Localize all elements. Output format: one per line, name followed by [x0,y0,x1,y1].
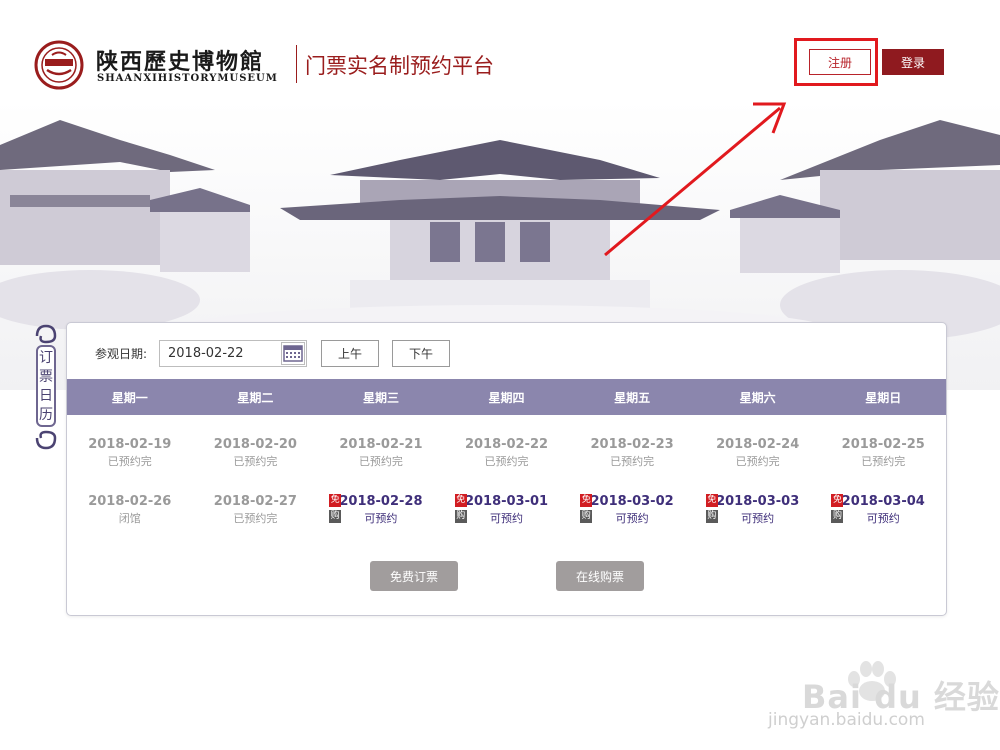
calendar-day-cell-available[interactable]: 免 购 2018-03-04 可预约 [820,488,946,532]
day-date: 2018-02-26 [88,494,172,509]
logo-chinese-name: 陕西歷史博物館 [96,49,265,75]
calendar-day-cell-available[interactable]: 免 购 2018-03-03 可预约 [695,488,821,532]
day-status: 已预约完 [233,455,278,468]
calendar-day-cell-available[interactable]: 免 购 2018-02-28 可预约 [318,488,444,532]
day-status: 已预约完 [358,455,403,468]
free-ticket-badge[interactable]: 免 [329,494,342,507]
visit-date-label: 参观日期: [95,347,148,361]
calendar-icon[interactable] [281,342,305,365]
register-button[interactable]: 注册 [809,49,871,75]
day-status: 已预约完 [233,512,278,525]
free-ticket-badge[interactable]: 免 [705,494,718,507]
booking-calendar-tag: 订票日历 [36,345,56,427]
watermark-url: jingyan.baidu.com [768,710,925,730]
calendar-day-cell-available[interactable]: 免 购 2018-03-02 可预约 [569,488,695,532]
day-date: 2018-02-22 [464,437,549,452]
logo-english-name: SHAANXIHISTORYMUSEUM [97,73,278,84]
weekday-label: 星期一 [111,390,148,405]
buy-ticket-badge[interactable]: 购 [580,510,593,523]
buy-ticket-badge[interactable]: 购 [454,510,467,523]
morning-button[interactable]: 上午 [321,340,379,367]
day-status: 已预约完 [610,455,655,468]
weekday-label: 星期四 [488,390,525,405]
calendar-day-cell: 2018-02-26 闭馆 [67,488,193,532]
buy-ticket-badge[interactable]: 购 [831,510,844,523]
weekday-label: 星期五 [614,390,651,405]
day-status: 已预约完 [735,455,780,468]
header-divider [296,45,297,83]
calendar-day-cell: 2018-02-19 已预约完 [67,431,193,475]
day-date: 2018-02-23 [590,437,674,452]
calendar-day-cell: 2018-02-23 已预约完 [569,431,695,475]
buy-ticket-badge[interactable]: 购 [705,510,718,523]
buy-ticket-badge[interactable]: 购 [329,510,342,523]
booking-calendar-panel: 参观日期: 上午 下午 星期一 星期二 星期三 星期四 星期五 星期六 星期日 … [66,322,947,616]
day-date: 2018-02-21 [339,437,423,452]
page: 陕西歷史博物館 SHAANXIHISTORYMUSEUM 门票实名制预约平台 注… [0,0,1000,750]
afternoon-button[interactable]: 下午 [392,340,450,367]
weekday-label: 星期三 [362,390,399,405]
day-date: 2018-02-25 [841,437,925,452]
day-date: 2018-02-27 [213,494,297,509]
calendar-day-cell: 2018-02-27 已预约完 [193,488,319,532]
day-date: 2018-02-24 [716,437,800,452]
weekday-header: 星期一 星期二 星期三 星期四 星期五 星期六 星期日 [67,379,946,415]
day-date: 2018-02-20 [213,437,297,452]
day-date: 2018-02-19 [88,437,172,452]
login-button[interactable]: 登录 [882,49,944,75]
weekday-label: 星期二 [237,390,274,405]
calendar-day-cell: 2018-02-20 已预约完 [193,431,319,475]
calendar-week-row: 2018-02-19 已预约完 2018-02-20 已预约完 2018-02-21… [67,431,946,475]
buy-online-button[interactable]: 在线购票 [556,561,644,591]
calendar-day-cell: 2018-02-21 已预约完 [318,431,444,475]
free-ticket-button[interactable]: 免费订票 [370,561,458,591]
day-status: 已预约完 [107,455,152,468]
platform-title: 门票实名制预约平台 [305,54,494,78]
calendar-day-cell: 2018-02-24 已预约完 [695,431,821,475]
weekday-label: 星期日 [865,390,902,405]
weekday-label: 星期六 [739,390,776,405]
calendar-day-cell: 2018-02-25 已预约完 [820,431,946,475]
calendar-day-cell: 2018-02-22 已预约完 [444,431,570,475]
free-ticket-badge[interactable]: 免 [580,494,593,507]
museum-logo-icon [34,40,84,90]
day-status: 已预约完 [861,455,906,468]
day-status: 闭馆 [118,512,141,525]
calendar-week-row: 2018-02-26 闭馆 2018-02-27 已预约完 免 购 2018-02-… [67,488,946,532]
free-ticket-badge[interactable]: 免 [831,494,844,507]
day-status: 已预约完 [484,455,529,468]
free-ticket-badge[interactable]: 免 [454,494,467,507]
calendar-day-cell-available[interactable]: 免 购 2018-03-01 可预约 [444,488,570,532]
